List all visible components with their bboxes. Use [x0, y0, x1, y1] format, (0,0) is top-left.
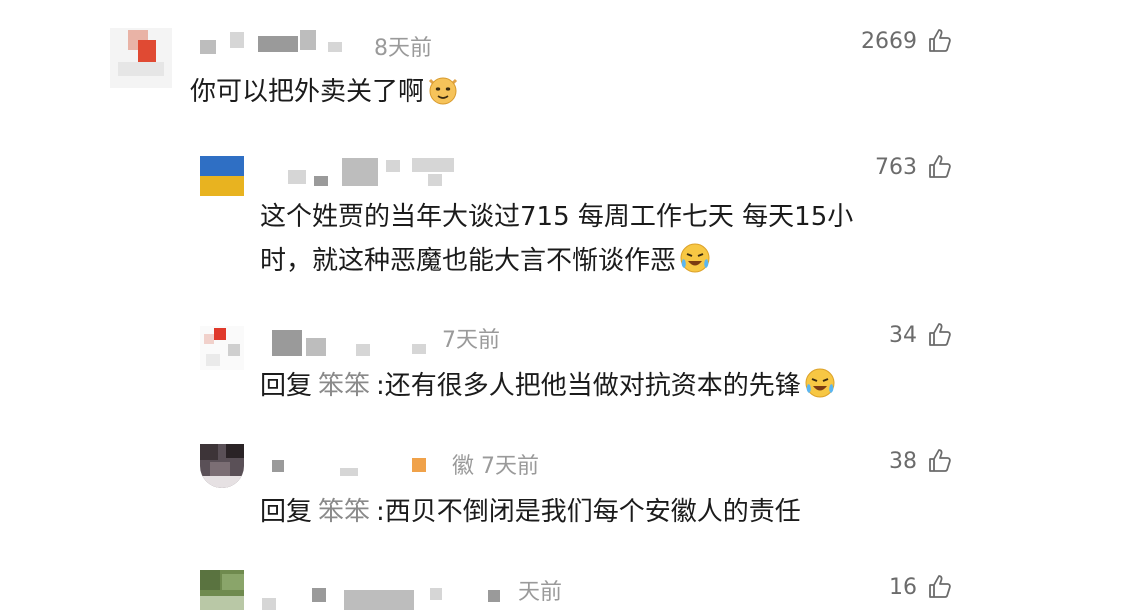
like-button[interactable]: 2669 — [861, 28, 953, 54]
timestamp: 7天前 — [442, 328, 500, 353]
laughing-crying-emoji — [678, 241, 712, 275]
like-button[interactable]: 34 — [889, 322, 953, 348]
reply-prefix: 回复 — [260, 371, 313, 401]
like-count: 2669 — [861, 28, 917, 54]
like-count: 16 — [889, 574, 917, 600]
reply-text: 回复 笨笨:西贝不倒闭是我们每个安徽人的责任 — [260, 497, 801, 527]
comment-text-line-2: 时，就这种恶魔也能大言不惭谈作恶 — [260, 239, 712, 283]
like-count: 38 — [889, 448, 917, 474]
timestamp: 天前 — [518, 580, 563, 605]
reply-to-username[interactable]: 笨笨 — [318, 497, 370, 527]
thumbs-up-icon — [927, 574, 953, 600]
like-count: 763 — [875, 154, 917, 180]
username-redacted[interactable] — [288, 170, 306, 184]
avatar[interactable] — [200, 444, 244, 488]
timestamp: 徽 7天前 — [452, 454, 539, 479]
reply-prefix: 回复 — [260, 497, 313, 527]
avatar[interactable] — [200, 156, 244, 196]
thumbs-up-icon — [927, 322, 953, 348]
reply-to-username[interactable]: 笨笨 — [318, 371, 370, 401]
timestamp: 8天前 — [374, 36, 432, 61]
thumbs-up-icon — [927, 154, 953, 180]
thumbs-up-icon — [927, 448, 953, 474]
avatar[interactable] — [200, 570, 244, 610]
cat-face-emoji — [426, 72, 460, 106]
reply-text: 回复 笨笨:还有很多人把他当做对抗资本的先锋 — [260, 364, 837, 408]
like-button[interactable]: 38 — [889, 448, 953, 474]
comment-text-line-1: 这个姓贾的当年大谈过715 每周工作七天 每天15小 — [260, 202, 854, 232]
avatar[interactable] — [200, 326, 244, 370]
username-redacted[interactable] — [272, 330, 302, 356]
username-redacted[interactable] — [272, 460, 284, 472]
avatar[interactable] — [110, 28, 172, 88]
like-button[interactable]: 16 — [889, 574, 953, 600]
laughing-crying-emoji — [803, 366, 837, 400]
thumbs-up-icon — [927, 28, 953, 54]
comment-text: 你可以把外卖关了啊 — [190, 70, 460, 114]
like-count: 34 — [889, 322, 917, 348]
username-redacted[interactable] — [262, 598, 276, 610]
username-redacted[interactable] — [200, 40, 216, 54]
like-button[interactable]: 763 — [875, 154, 953, 180]
